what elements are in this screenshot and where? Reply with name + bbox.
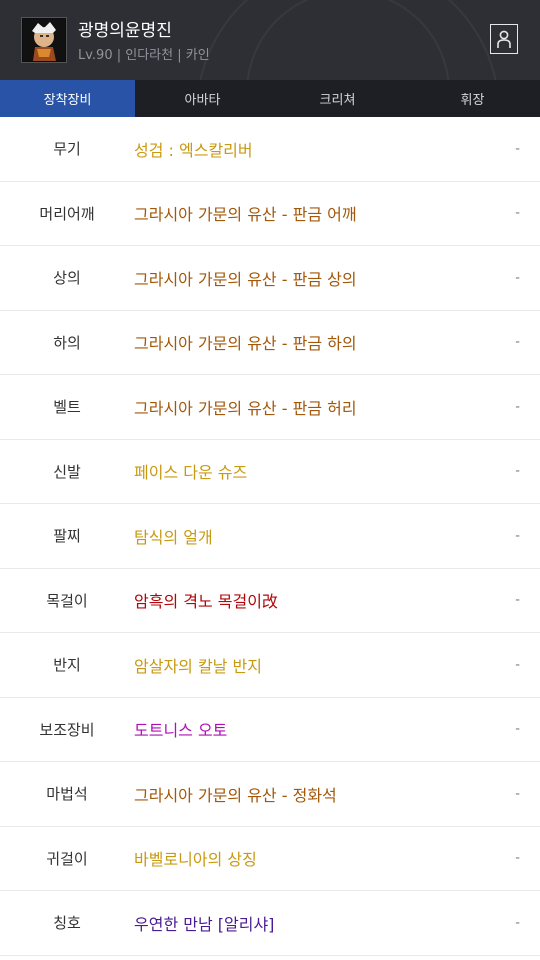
equipment-row-earring[interactable]: 귀걸이 바벨로니아의 상징 - bbox=[0, 827, 540, 891]
row-value: - bbox=[515, 270, 520, 286]
profile-button[interactable] bbox=[490, 24, 518, 54]
slot-label: 칭호 bbox=[53, 914, 81, 933]
equipment-row-top[interactable]: 상의 그라시아 가문의 유산 - 판금 상의 - bbox=[0, 246, 540, 311]
item-name[interactable]: 탐식의 얼개 bbox=[134, 524, 213, 548]
equipment-tabs: 장착장비 아바타 크리쳐 휘장 bbox=[0, 80, 540, 117]
row-value: - bbox=[515, 334, 520, 350]
tab-avatar[interactable]: 아바타 bbox=[135, 80, 270, 117]
row-value: - bbox=[515, 592, 520, 608]
row-value: - bbox=[515, 399, 520, 415]
item-name[interactable]: 그라시아 가문의 유산 - 판금 어깨 bbox=[134, 201, 357, 225]
person-icon bbox=[497, 30, 511, 48]
character-name: 광명의윤명진 bbox=[78, 21, 172, 41]
slot-label: 신발 bbox=[53, 462, 81, 481]
slot-label: 벨트 bbox=[53, 398, 81, 417]
equipment-row-magic-stone[interactable]: 마법석 그라시아 가문의 유산 - 정화석 - bbox=[0, 762, 540, 827]
item-name[interactable]: 그라시아 가문의 유산 - 판금 허리 bbox=[134, 395, 357, 419]
character-avatar bbox=[21, 17, 67, 63]
equipment-row-necklace[interactable]: 목걸이 암흑의 격노 목걸이改 - bbox=[0, 569, 540, 633]
row-value: - bbox=[515, 141, 520, 157]
slot-label: 반지 bbox=[53, 656, 81, 675]
equipment-row-bracelet[interactable]: 팔찌 탐식의 얼개 - bbox=[0, 504, 540, 569]
slot-label: 마법석 bbox=[46, 785, 88, 804]
equipment-row-bottom[interactable]: 하의 그라시아 가문의 유산 - 판금 하의 - bbox=[0, 311, 540, 375]
character-header: 광명의윤명진 Lv.90 | 인다라천 | 카인 bbox=[0, 0, 540, 80]
item-name[interactable]: 그라시아 가문의 유산 - 판금 상의 bbox=[134, 266, 357, 290]
equipment-row-shoulder[interactable]: 머리어깨 그라시아 가문의 유산 - 판금 어깨 - bbox=[0, 182, 540, 246]
equipment-row-title[interactable]: 칭호 우연한 만남 [알리샤] - bbox=[0, 891, 540, 956]
item-name[interactable]: 도트니스 오토 bbox=[134, 717, 227, 741]
equipment-row-weapon[interactable]: 무기 성검 : 엑스칼리버 - bbox=[0, 117, 540, 182]
slot-label: 무기 bbox=[53, 140, 81, 159]
row-value: - bbox=[515, 205, 520, 221]
item-name[interactable]: 암흑의 격노 목걸이改 bbox=[134, 588, 278, 612]
row-value: - bbox=[515, 463, 520, 479]
item-name[interactable]: 우연한 만남 [알리샤] bbox=[134, 911, 274, 935]
slot-label: 귀걸이 bbox=[46, 849, 88, 868]
row-value: - bbox=[515, 528, 520, 544]
slot-label: 팔찌 bbox=[53, 527, 81, 546]
row-value: - bbox=[515, 850, 520, 866]
character-info: Lv.90 | 인다라천 | 카인 bbox=[78, 48, 210, 63]
equipment-row-support[interactable]: 보조장비 도트니스 오토 - bbox=[0, 698, 540, 762]
equipment-row-shoes[interactable]: 신발 페이스 다운 슈즈 - bbox=[0, 440, 540, 504]
row-value: - bbox=[515, 786, 520, 802]
tab-equipment[interactable]: 장착장비 bbox=[0, 80, 135, 117]
item-name[interactable]: 바벨로니아의 상징 bbox=[134, 846, 257, 870]
item-name[interactable]: 그라시아 가문의 유산 - 정화석 bbox=[134, 782, 337, 806]
slot-label: 하의 bbox=[53, 333, 81, 352]
slot-label: 머리어깨 bbox=[39, 204, 95, 223]
slot-label: 보조장비 bbox=[39, 720, 95, 739]
equipment-list: 무기 성검 : 엑스칼리버 - 머리어깨 그라시아 가문의 유산 - 판금 어깨… bbox=[0, 117, 540, 956]
slot-label: 상의 bbox=[53, 269, 81, 288]
item-name[interactable]: 그라시아 가문의 유산 - 판금 하의 bbox=[134, 330, 357, 354]
tab-insignia[interactable]: 휘장 bbox=[405, 80, 540, 117]
equipment-row-belt[interactable]: 벨트 그라시아 가문의 유산 - 판금 허리 - bbox=[0, 375, 540, 440]
row-value: - bbox=[515, 915, 520, 931]
row-value: - bbox=[515, 657, 520, 673]
item-name[interactable]: 페이스 다운 슈즈 bbox=[134, 459, 247, 483]
item-name[interactable]: 성검 : 엑스칼리버 bbox=[134, 137, 253, 161]
equipment-row-ring[interactable]: 반지 암살자의 칼날 반지 - bbox=[0, 633, 540, 698]
item-name[interactable]: 암살자의 칼날 반지 bbox=[134, 653, 262, 677]
character-portrait-icon bbox=[23, 19, 65, 61]
row-value: - bbox=[515, 721, 520, 737]
tab-creature[interactable]: 크리쳐 bbox=[270, 80, 405, 117]
slot-label: 목걸이 bbox=[46, 591, 88, 610]
